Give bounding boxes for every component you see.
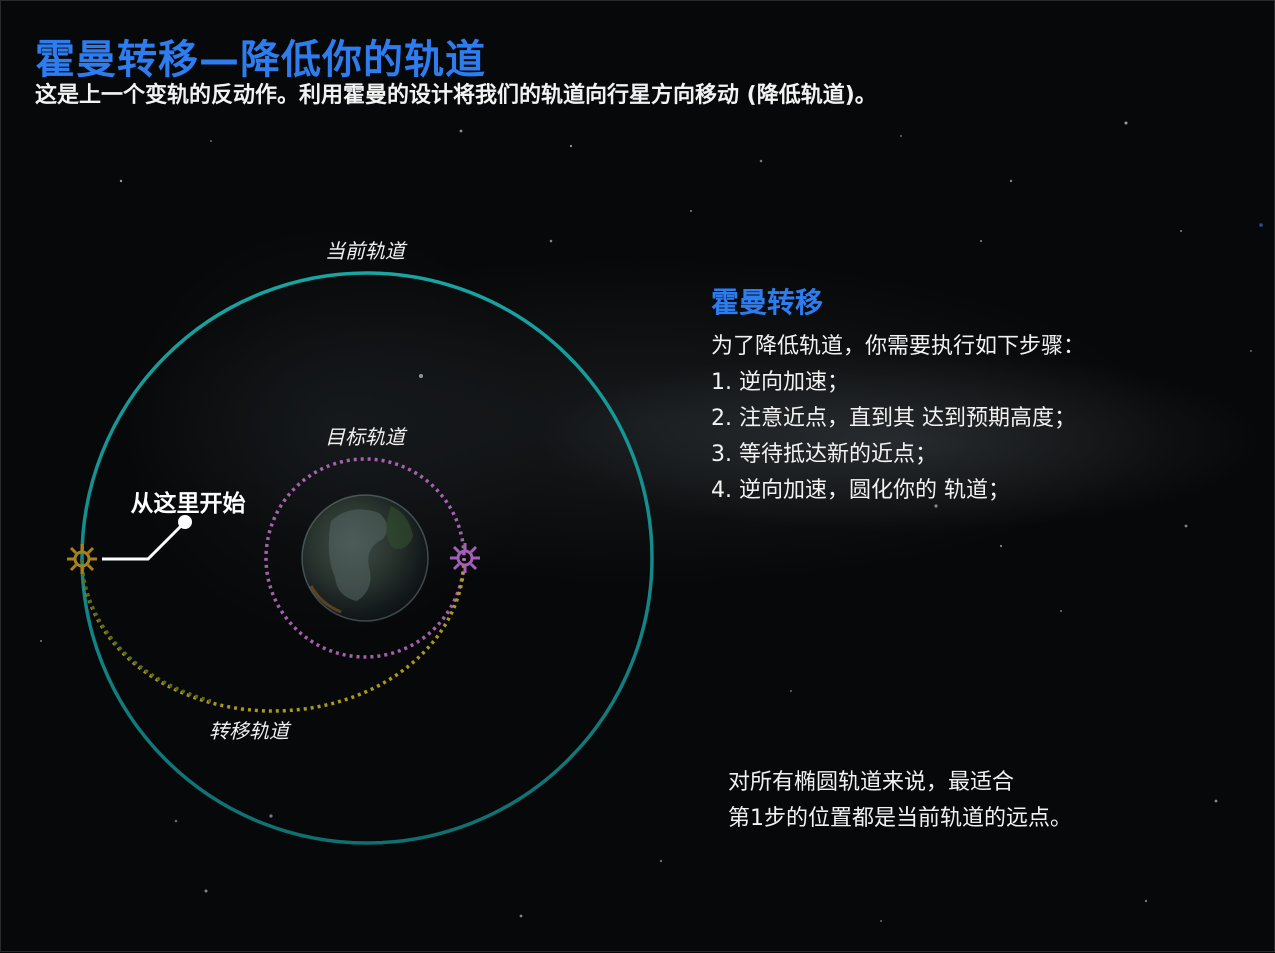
current-orbit-label: 当前轨道 [325, 239, 408, 263]
target-orbit-label: 目标轨道 [325, 425, 408, 449]
step-item: 1. 逆向加速； [711, 370, 849, 395]
planet-icon [301, 494, 429, 622]
transfer-orbit-label: 转移轨道 [209, 719, 292, 743]
space-background: 霍曼转移—降低你的轨道 这是上一个变轨的反动作。利用霍曼的设计将我们的轨道向行星… [0, 0, 1275, 952]
start-here-callout [102, 515, 192, 561]
panel-intro: 为了降低轨道，你需要执行如下步骤： [711, 334, 1086, 359]
footnote-line: 第1步的位置都是当前轨道的远点。 [728, 806, 1072, 831]
steps-list: 1. 逆向加速； 2. 注意近点，直到其 达到预期高度； 3. 等待抵达新的近点… [711, 365, 1231, 509]
instructions-panel: 霍曼转移 为了降低轨道，你需要执行如下步骤： 1. 逆向加速； 2. 注意近点，… [711, 281, 1231, 509]
footnote-line: 对所有椭圆轨道来说，最适合 [728, 770, 1015, 795]
step-item: 4. 逆向加速，圆化你的 轨道； [711, 478, 1010, 503]
panel-heading: 霍曼转移 [711, 286, 824, 319]
footnote: 对所有椭圆轨道来说，最适合 第1步的位置都是当前轨道的远点。 [728, 765, 1208, 837]
start-here-label: 从这里开始 [131, 490, 246, 517]
step-item: 2. 注意近点，直到其 达到预期高度； [711, 406, 1076, 431]
step-item: 3. 等待抵达新的近点； [711, 442, 937, 467]
